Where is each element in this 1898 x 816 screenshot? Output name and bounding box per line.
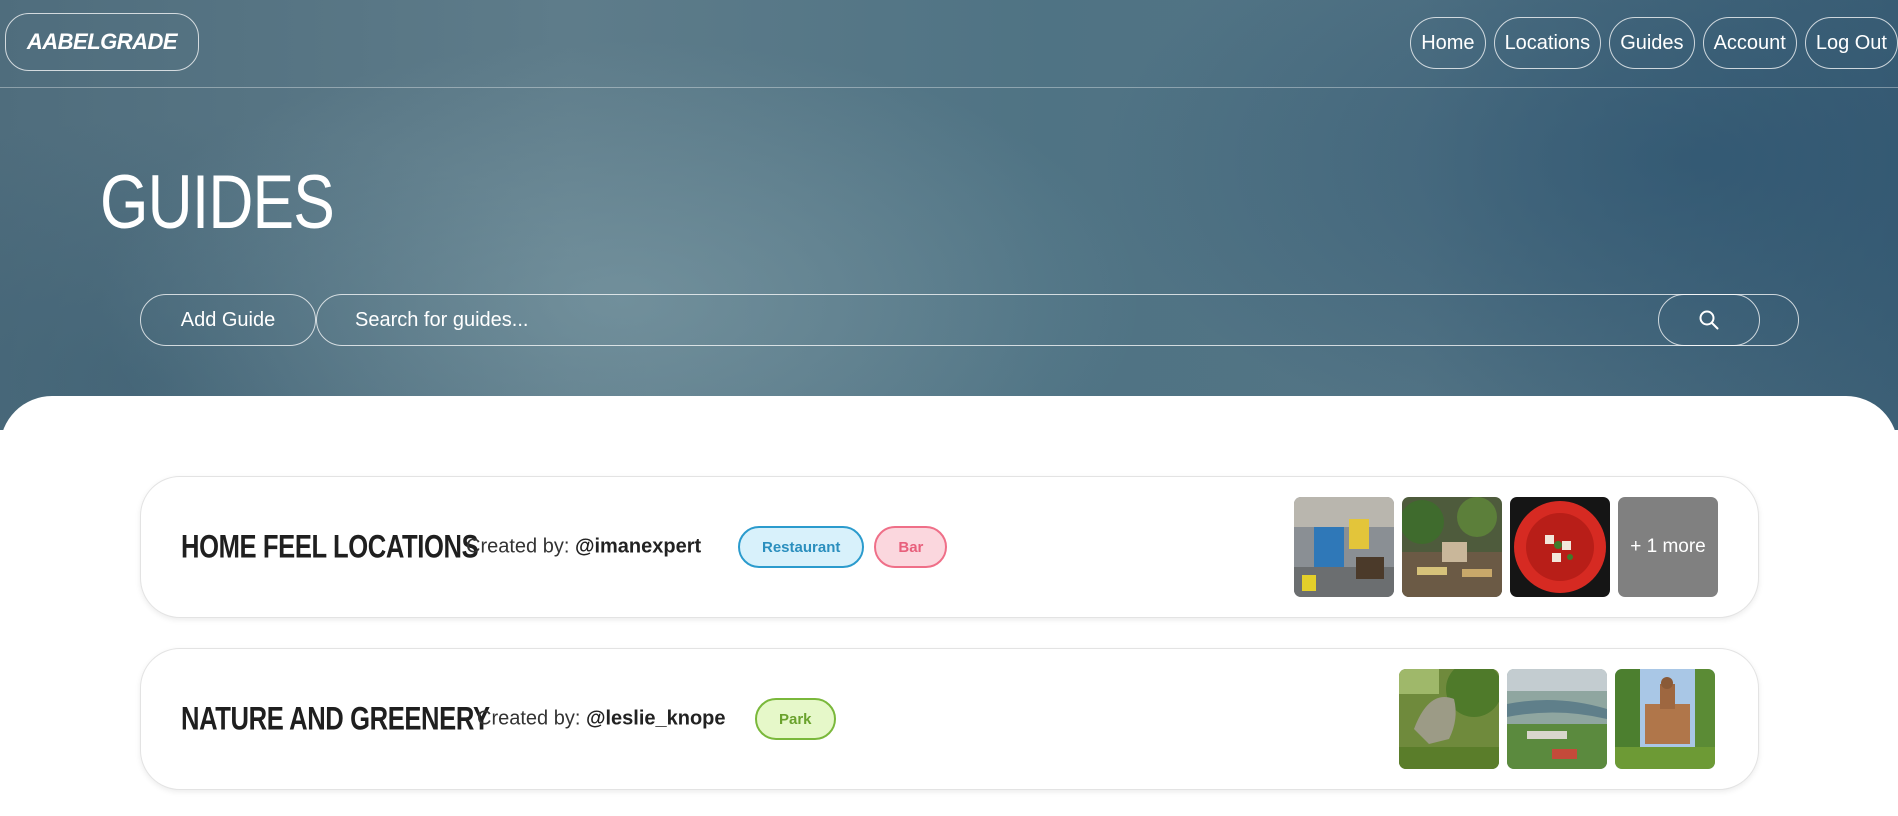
guide-creator: Created by: @leslie_knope bbox=[477, 708, 726, 731]
guide-author[interactable]: @imanexpert bbox=[575, 536, 701, 558]
nav-logout-button[interactable]: Log Out bbox=[1804, 17, 1898, 69]
nav-account-button[interactable]: Account bbox=[1702, 17, 1797, 69]
search-button[interactable] bbox=[1658, 294, 1760, 346]
terrace-dining-photo[interactable] bbox=[1402, 497, 1502, 597]
search-input[interactable] bbox=[316, 294, 1799, 346]
guides-list: HOME FEEL LOCATIONS Created by: @imanexp… bbox=[0, 396, 1898, 816]
guide-thumbnails bbox=[1399, 669, 1715, 769]
nav-home-button[interactable]: Home bbox=[1410, 17, 1486, 69]
navbar: AABELGRADE Home Locations Guides Account… bbox=[0, 0, 1898, 88]
created-by-label: Created by: bbox=[466, 535, 575, 558]
nav-guides-button[interactable]: Guides bbox=[1609, 17, 1695, 69]
logo[interactable]: AABELGRADE bbox=[5, 13, 199, 71]
created-by-label: Created by: bbox=[477, 707, 586, 730]
page-title: GUIDES bbox=[100, 160, 335, 245]
add-guide-button[interactable]: Add Guide bbox=[140, 294, 316, 346]
nav-links: Home Locations Guides Account Log Out bbox=[1410, 17, 1898, 69]
guide-title: NATURE AND GREENERY bbox=[181, 700, 490, 737]
more-photos-button[interactable]: + 1 more bbox=[1618, 497, 1718, 597]
guide-card[interactable]: NATURE AND GREENERY Created by: @leslie_… bbox=[140, 648, 1759, 790]
tag-bar[interactable]: Bar bbox=[874, 526, 948, 568]
red-dish-photo[interactable] bbox=[1510, 497, 1610, 597]
dinosaur-sculpture-photo[interactable] bbox=[1399, 669, 1499, 769]
guide-creator: Created by: @imanexpert bbox=[466, 536, 701, 559]
guide-tags: Park bbox=[755, 698, 836, 740]
river-aerial-photo[interactable] bbox=[1507, 669, 1607, 769]
church-park-photo[interactable] bbox=[1615, 669, 1715, 769]
guide-title: HOME FEEL LOCATIONS bbox=[181, 528, 479, 565]
restaurant-interior-photo[interactable] bbox=[1294, 497, 1394, 597]
nav-locations-button[interactable]: Locations bbox=[1493, 17, 1602, 69]
guide-tags: Restaurant Bar bbox=[738, 526, 948, 568]
tag-restaurant[interactable]: Restaurant bbox=[738, 526, 865, 568]
guide-card[interactable]: HOME FEEL LOCATIONS Created by: @imanexp… bbox=[140, 476, 1759, 618]
search-icon bbox=[1699, 310, 1719, 330]
tag-park[interactable]: Park bbox=[755, 698, 836, 740]
hero-banner: AABELGRADE Home Locations Guides Account… bbox=[0, 0, 1898, 430]
guide-author[interactable]: @leslie_knope bbox=[586, 708, 726, 730]
guide-thumbnails: + 1 more bbox=[1294, 497, 1718, 597]
